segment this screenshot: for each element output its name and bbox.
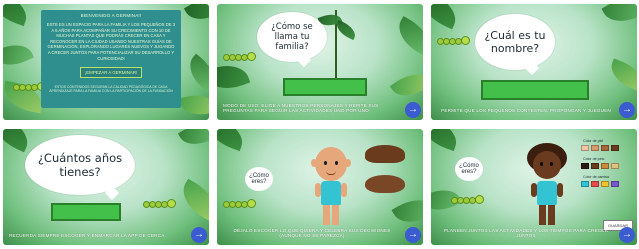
question-bubble: ¿Cuántos años tienes? (25, 135, 135, 195)
arrow-right-icon: → (622, 104, 632, 115)
next-button[interactable]: → (191, 227, 207, 243)
family-name-screen: ¿Cómo se llama tu familia? MODO DE USO: … (217, 4, 423, 120)
leaf-decoration (601, 4, 637, 32)
avatar-character (311, 147, 351, 237)
caterpillar-mascot (143, 199, 183, 209)
shirt-color-label: Color de camisa (583, 175, 609, 179)
avatar-hair-screen: ¿Cómo eres? DÉJALO ESCOGER LO QUE QUIERA… (217, 129, 423, 245)
age-input[interactable] (51, 203, 121, 221)
leaf-decoration (181, 53, 209, 93)
plant-leaf (333, 19, 359, 41)
question-bubble: ¿Cómo se llama tu familia? (257, 12, 327, 62)
hair-option-curly[interactable] (365, 145, 405, 163)
hair-color-label: Color de pelo (583, 157, 605, 161)
question-text: ¿Cuántos años tienes? (37, 151, 123, 179)
age-screen: ¿Cuántos años tienes? RECUERDA SIEMPRE E… (3, 129, 209, 245)
caterpillar-mascot (223, 52, 263, 62)
shirt-swatch[interactable] (581, 181, 589, 187)
hair-swatch[interactable] (611, 163, 619, 169)
leaf-decoration (3, 4, 32, 27)
usage-caption: PERMITE QUE LOS PEQUEÑOS CONTESTEN, PROP… (441, 108, 611, 114)
next-button[interactable]: → (405, 102, 421, 118)
leaf-decoration (391, 191, 423, 231)
leaf-decoration (606, 58, 637, 92)
intro-title: BIENVENIDO A GERMINA!! (80, 13, 142, 18)
your-name-screen: ¿Cuál es tu nombre? PERMITE QUE LOS PEQU… (431, 4, 637, 120)
leaf-decoration (431, 4, 463, 30)
arrow-right-icon: → (622, 229, 632, 240)
shirt-swatch[interactable] (591, 181, 599, 187)
question-bubble: ¿Cómo eres? (455, 157, 483, 181)
leaf-decoration (3, 129, 35, 153)
caterpillar-mascot (223, 199, 263, 209)
leaf-decoration (389, 65, 423, 105)
arrow-right-icon: → (408, 104, 418, 115)
start-button[interactable]: ¡EMPEZAR A GERMINAR! (79, 67, 143, 79)
next-button[interactable]: → (405, 227, 421, 243)
skin-swatch[interactable] (611, 145, 619, 151)
leaf-decoration (3, 37, 34, 73)
hair-swatch[interactable] (601, 163, 609, 169)
question-bubble: ¿Cuál es tu nombre? (475, 14, 555, 70)
usage-caption: MODO DE USO: ELIGE A NUESTROS PERSONAJES… (223, 102, 379, 114)
screens-grid: BIENVENIDO A GERMINA!! ESTE ES UN ESPACI… (0, 0, 639, 249)
usage-caption: PLANEEN JUNTOS LAS ACTIVIDADES Y LOS TIE… (443, 227, 609, 239)
question-text: ¿Cómo eres? (459, 162, 479, 176)
question-text: ¿Cuál es tu nombre? (484, 29, 546, 55)
question-text: ¿Cómo eres? (249, 172, 269, 186)
shirt-swatch[interactable] (601, 181, 609, 187)
skin-swatch[interactable] (581, 145, 589, 151)
skin-swatch[interactable] (601, 145, 609, 151)
leaf-decoration (431, 129, 462, 152)
caterpillar-mascot (437, 36, 477, 46)
name-input[interactable] (481, 80, 589, 100)
leaf-decoration (178, 89, 209, 120)
arrow-right-icon: → (194, 229, 204, 240)
intro-text: ESTE ES UN ESPACIO PARA LA FAMILIA Y LOS… (46, 22, 176, 61)
intro-card: BIENVENIDO A GERMINA!! ESTE ES UN ESPACI… (41, 10, 181, 108)
question-bubble: ¿Cómo eres? (245, 167, 273, 191)
hair-option-straight[interactable] (365, 175, 405, 193)
shirt-swatch[interactable] (611, 181, 619, 187)
usage-caption: RECUERDA SIEMPRE ESCOGER Y ENMARCAR LA A… (9, 233, 165, 239)
hair-swatch[interactable] (581, 163, 589, 169)
intro-screen: BIENVENIDO A GERMINA!! ESTE ES UN ESPACI… (3, 4, 209, 120)
avatar-character (527, 143, 567, 237)
usage-caption: DÉJALO ESCOGER LO QUE QUIERA Y CELEBRA S… (233, 227, 391, 239)
next-button[interactable]: → (619, 102, 635, 118)
skin-swatch[interactable] (591, 145, 599, 151)
leaf-decoration (217, 57, 251, 97)
leaf-decoration (177, 129, 209, 153)
skin-color-label: Color de piel (583, 139, 604, 143)
leaf-decoration (217, 129, 248, 152)
intro-footer: ESTOS CONTENIDOS SEGURAN LA CALIDAD PEDA… (49, 85, 173, 94)
family-name-input[interactable] (283, 78, 367, 96)
avatar-colors-screen: ¿Cómo eres? Color de piel Color de pelo … (431, 129, 637, 245)
hair-swatch[interactable] (591, 163, 599, 169)
next-button[interactable]: → (619, 227, 635, 243)
arrow-right-icon: → (408, 229, 418, 240)
caterpillar-mascot (451, 195, 491, 205)
question-text: ¿Cómo se llama tu familia? (271, 22, 313, 52)
leaf-decoration (391, 16, 423, 56)
leaf-decoration (183, 4, 209, 28)
